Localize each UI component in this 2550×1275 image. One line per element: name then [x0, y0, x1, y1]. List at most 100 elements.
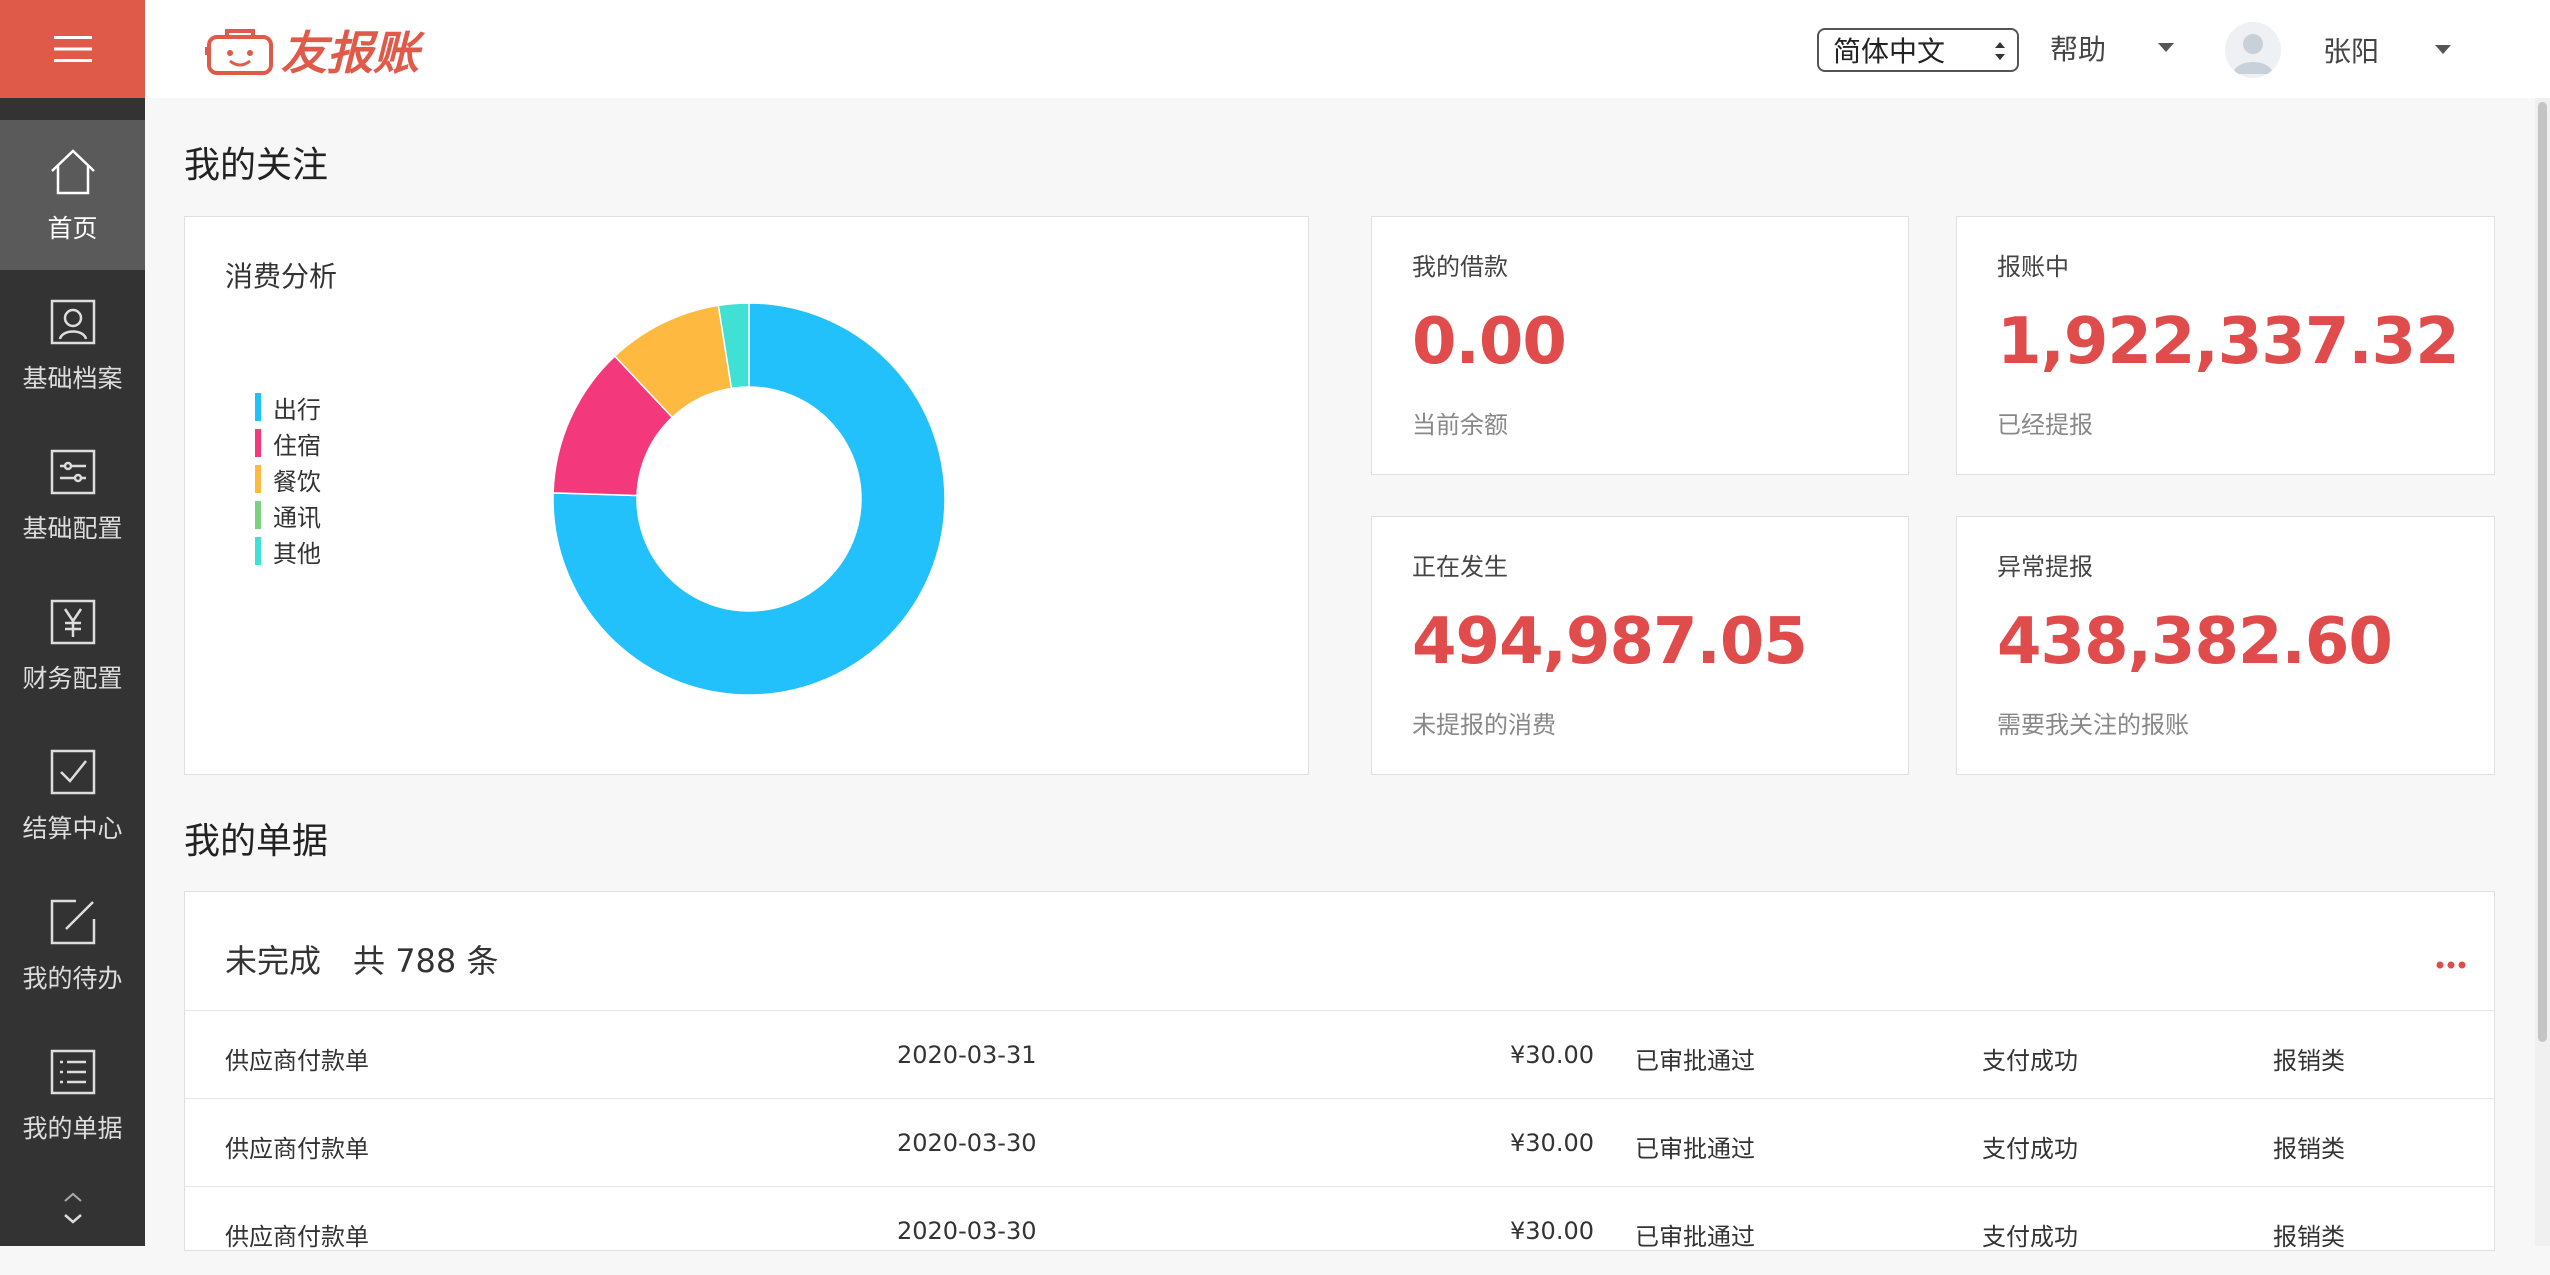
chart-title: 消费分析 — [225, 260, 338, 293]
legend-item[interactable]: 出行 — [255, 389, 321, 425]
stat-card-occurring[interactable]: 正在发生 494,987.05 未提报的消费 — [1371, 516, 1909, 775]
user-menu[interactable]: 张阳 — [2225, 22, 2452, 78]
app-logo[interactable]: 友报账 — [205, 22, 419, 80]
sidebar-item-label: 结算中心 — [22, 814, 123, 843]
bill-name: 供应商付款单 — [225, 1223, 369, 1251]
bills-card: 未完成 共 788 条 供应商付款单 2020-03-31 ¥30.00 已审批… — [184, 891, 2495, 1251]
legend-item[interactable]: 住宿 — [255, 425, 321, 461]
chevron-down-icon[interactable] — [63, 1214, 82, 1224]
edit-icon — [50, 899, 95, 945]
stat-label: 报账中 — [1997, 253, 2069, 281]
sidebar-item-label: 财务配置 — [22, 664, 123, 693]
yen-icon — [50, 599, 95, 645]
help-menu[interactable]: 帮助 — [2050, 28, 2175, 68]
sidebar-item-label: 首页 — [47, 214, 98, 243]
help-label: 帮助 — [2050, 33, 2107, 66]
sidebar-item-home[interactable]: 首页 — [0, 120, 145, 270]
bill-amount: ¥30.00 — [1510, 1129, 1594, 1157]
stat-label: 异常提报 — [1997, 553, 2093, 581]
stat-value: 1,922,337.32 — [1997, 305, 2460, 379]
table-row[interactable]: 供应商付款单 2020-03-30 ¥30.00 已审批通过 支付成功 报销类 — [185, 1098, 2494, 1187]
legend-swatch — [255, 501, 261, 529]
stat-card-reimbursing[interactable]: 报账中 1,922,337.32 已经提报 — [1956, 216, 2495, 475]
table-row[interactable]: 供应商付款单 2020-03-31 ¥30.00 已审批通过 支付成功 报销类 — [185, 1010, 2494, 1099]
page-scrollbar[interactable] — [2535, 98, 2550, 1246]
legend-swatch — [255, 537, 261, 565]
user-name: 张阳 — [2323, 35, 2380, 68]
more-options-icon[interactable] — [2436, 938, 2466, 978]
menu-toggle-button[interactable] — [0, 0, 145, 98]
bill-name: 供应商付款单 — [225, 1047, 369, 1075]
sidebar-item-basic-archive[interactable]: 基础档案 — [0, 270, 145, 420]
legend-label: 其他 — [273, 539, 321, 568]
stat-card-abnormal[interactable]: 异常提报 438,382.60 需要我关注的报账 — [1956, 516, 2495, 775]
select-arrows-icon — [1995, 42, 2005, 60]
avatar[interactable] — [2225, 22, 2281, 78]
bills-status[interactable]: 未完成 — [225, 936, 321, 982]
profile-icon — [50, 299, 95, 345]
bill-type: 报销类 — [2273, 1223, 2345, 1251]
sidebar-item-my-todo[interactable]: 我的待办 — [0, 870, 145, 1020]
legend-swatch — [255, 393, 261, 421]
sliders-icon — [50, 449, 95, 495]
stat-subtitle: 当前余额 — [1412, 411, 1508, 439]
hamburger-icon — [53, 36, 92, 62]
legend-swatch — [255, 429, 261, 457]
stat-label: 我的借款 — [1412, 253, 1508, 281]
legend-item[interactable]: 通讯 — [255, 497, 321, 533]
stat-value: 0.00 — [1412, 305, 1567, 379]
sidebar-item-label: 基础档案 — [22, 364, 123, 393]
bill-amount: ¥30.00 — [1510, 1217, 1594, 1245]
bill-type: 报销类 — [2273, 1135, 2345, 1163]
bill-name: 供应商付款单 — [225, 1135, 369, 1163]
caret-down-icon — [2435, 45, 2452, 54]
chart-legend: 出行住宿餐饮通讯其他 — [255, 389, 321, 569]
stat-value: 494,987.05 — [1412, 605, 1808, 679]
bill-payment-status: 支付成功 — [1982, 1223, 2078, 1251]
sidebar-item-finance-config[interactable]: 财务配置 — [0, 570, 145, 720]
bill-approval-status: 已审批通过 — [1635, 1135, 1755, 1163]
caret-down-icon — [2158, 43, 2175, 52]
legend-label: 通讯 — [273, 503, 321, 532]
sidebar-scroll-arrows — [0, 1170, 145, 1246]
bill-approval-status: 已审批通过 — [1635, 1047, 1755, 1075]
sidebar-item-basic-config[interactable]: 基础配置 — [0, 420, 145, 570]
logo-text: 友报账 — [281, 26, 419, 80]
sidebar: 首页 基础档案 基础配置 财务配置 结算中心 我的待办 我的单据 — [0, 0, 145, 1246]
donut-chart — [552, 302, 946, 696]
stat-card-loan[interactable]: 我的借款 0.00 当前余额 — [1371, 216, 1909, 475]
bill-approval-status: 已审批通过 — [1635, 1223, 1755, 1251]
legend-label: 餐饮 — [273, 467, 321, 496]
section-title-bills: 我的单据 — [184, 821, 329, 862]
top-header: 友报账 简体中文 帮助 张阳 — [145, 0, 2550, 98]
logo-icon — [205, 29, 273, 75]
consumption-chart-card: 消费分析 出行住宿餐饮通讯其他 — [184, 216, 1309, 775]
stat-subtitle: 需要我关注的报账 — [1997, 711, 2189, 739]
sidebar-item-settlement-center[interactable]: 结算中心 — [0, 720, 145, 870]
scrollbar-thumb[interactable] — [2538, 102, 2547, 1042]
legend-item[interactable]: 其他 — [255, 533, 321, 569]
table-row[interactable]: 供应商付款单 2020-03-30 ¥30.00 已审批通过 支付成功 报销类 — [185, 1186, 2494, 1275]
user-avatar-icon — [2233, 34, 2273, 74]
sidebar-item-label: 我的单据 — [22, 1114, 123, 1143]
bills-count: 共 788 条 — [353, 942, 499, 980]
legend-item[interactable]: 餐饮 — [255, 461, 321, 497]
checkbox-icon — [50, 749, 95, 795]
legend-label: 出行 — [273, 395, 321, 424]
stat-subtitle: 已经提报 — [1997, 411, 2093, 439]
bills-header: 未完成 共 788 条 — [225, 936, 498, 982]
language-select[interactable]: 简体中文 — [1817, 28, 2019, 72]
sidebar-item-label: 基础配置 — [22, 514, 123, 543]
bill-amount: ¥30.00 — [1510, 1041, 1594, 1069]
stat-label: 正在发生 — [1412, 553, 1508, 581]
list-icon — [50, 1049, 95, 1095]
bill-payment-status: 支付成功 — [1982, 1047, 2078, 1075]
section-title-focus: 我的关注 — [184, 145, 329, 186]
chevron-up-icon[interactable] — [63, 1192, 82, 1202]
sidebar-item-my-bills[interactable]: 我的单据 — [0, 1020, 145, 1170]
sidebar-item-label: 我的待办 — [22, 964, 123, 993]
language-select-value: 简体中文 — [1833, 35, 1946, 68]
bill-date: 2020-03-30 — [897, 1217, 1037, 1245]
bill-type: 报销类 — [2273, 1047, 2345, 1075]
legend-label: 住宿 — [273, 431, 321, 460]
